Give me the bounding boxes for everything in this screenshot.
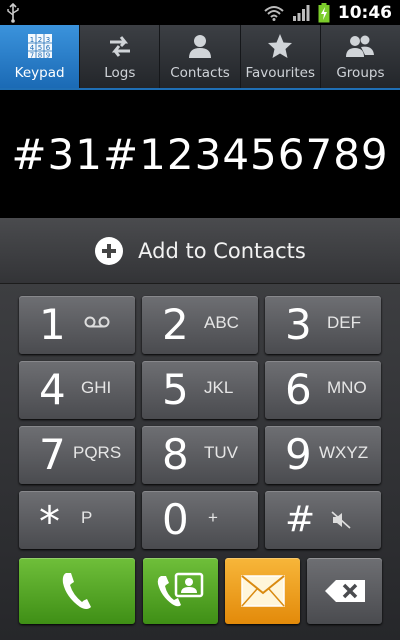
tab-label: Keypad <box>14 65 65 81</box>
message-button[interactable] <box>225 558 300 624</box>
key-letters: MNO <box>327 378 367 397</box>
key-3[interactable]: 3 DEF <box>265 296 381 354</box>
key-letters: PQRS <box>73 443 122 462</box>
usb-icon <box>7 3 19 23</box>
mute-icon <box>331 511 351 529</box>
wifi-icon <box>264 5 284 21</box>
tab-favourites[interactable]: Favourites <box>241 25 321 88</box>
key-letters: TUV <box>204 443 238 462</box>
key-digit: 5 <box>162 365 189 414</box>
number-display[interactable]: #31#123456789 <box>0 90 400 218</box>
key-digit: 0 <box>162 495 189 544</box>
voicemail-icon <box>84 316 110 328</box>
delete-button[interactable] <box>307 558 382 624</box>
video-call-icon <box>157 572 203 607</box>
key-letters: P <box>81 508 93 527</box>
tab-label: Favourites <box>245 65 315 81</box>
key-digit: 3 <box>285 300 312 349</box>
key-letters: + <box>208 508 218 527</box>
key-8[interactable]: 8 TUV <box>142 426 258 484</box>
key-digit: 8 <box>162 430 189 479</box>
key-0[interactable]: 0 + <box>142 491 258 549</box>
tab-logs[interactable]: Logs <box>80 25 161 88</box>
dialed-number: #31#123456789 <box>11 129 389 179</box>
tab-groups[interactable]: Groups <box>321 25 400 88</box>
key-digit: # <box>285 499 316 540</box>
logs-icon <box>109 36 130 57</box>
key-1[interactable]: 1 <box>19 296 135 354</box>
key-digit: 1 <box>39 300 66 349</box>
key-2[interactable]: 2 ABC <box>142 296 258 354</box>
key-letters: GHI <box>81 378 112 397</box>
key-digit: 7 <box>39 430 66 479</box>
svg-text:9: 9 <box>45 52 49 60</box>
key-9[interactable]: 9 WXYZ <box>265 426 381 484</box>
tab-label: Logs <box>104 65 136 81</box>
tab-contacts[interactable]: Contacts <box>160 25 241 88</box>
contacts-icon <box>189 35 211 58</box>
add-to-contacts-button[interactable]: Add to Contacts <box>0 218 400 284</box>
key-5[interactable]: 5 JKL <box>142 361 258 419</box>
key-6[interactable]: 6 MNO <box>265 361 381 419</box>
key-digit: 6 <box>285 365 312 414</box>
svg-text:7: 7 <box>29 52 33 60</box>
status-bar: 10:46 <box>0 0 400 25</box>
key-digit: 2 <box>162 300 189 349</box>
tab-bar: 123 456 789 Keypad Logs Contacts Favouri… <box>0 25 400 90</box>
backspace-icon <box>324 580 365 602</box>
tab-label: Groups <box>336 65 385 81</box>
svg-text:8: 8 <box>37 52 41 60</box>
tab-label: Contacts <box>170 65 230 81</box>
key-letters: WXYZ <box>319 443 369 462</box>
key-digit: 9 <box>285 430 312 479</box>
call-button[interactable] <box>19 558 135 624</box>
plus-circle-icon <box>95 236 124 265</box>
status-time: 10:46 <box>337 2 392 23</box>
groups-icon <box>346 35 375 57</box>
key-star[interactable]: * P <box>19 491 135 549</box>
key-letters: ABC <box>204 313 239 332</box>
key-letters: JKL <box>204 378 234 397</box>
tab-keypad[interactable]: 123 456 789 Keypad <box>0 25 81 88</box>
star-icon <box>268 34 293 58</box>
battery-charging-icon <box>318 2 330 22</box>
key-7[interactable]: 7 PQRS <box>19 426 135 484</box>
key-letters: DEF <box>327 313 361 332</box>
keypad-icon: 123 456 789 <box>27 34 52 60</box>
key-digit: * <box>39 497 60 546</box>
key-digit: 4 <box>39 365 66 414</box>
envelope-icon <box>240 575 285 607</box>
key-hash[interactable]: # <box>265 491 381 549</box>
key-4[interactable]: 4 GHI <box>19 361 135 419</box>
add-to-contacts-label: Add to Contacts <box>138 238 306 263</box>
signal-icon <box>292 4 310 21</box>
video-call-button[interactable] <box>143 558 218 624</box>
phone-icon <box>62 573 91 609</box>
